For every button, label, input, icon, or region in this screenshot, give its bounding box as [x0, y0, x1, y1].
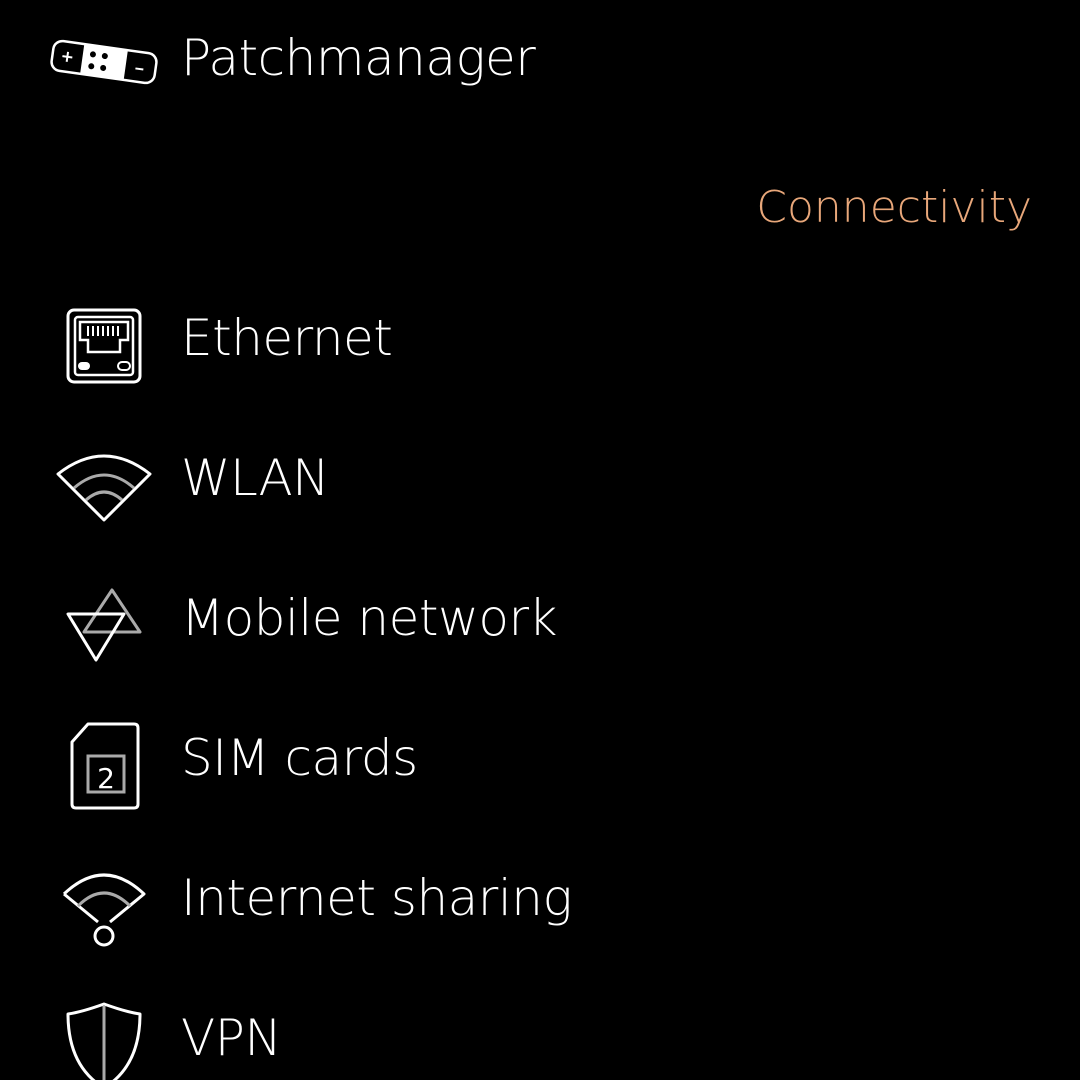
sim-cards-label: SIM cards	[181, 729, 418, 787]
ethernet-label: Ethernet	[181, 309, 393, 367]
menu-item-ethernet[interactable]: Ethernet	[0, 280, 1080, 400]
menu-item-sim-cards[interactable]: 2 SIM cards	[0, 700, 1080, 820]
internet-sharing-label: Internet sharing	[181, 869, 572, 927]
menu-item-wlan[interactable]: WLAN	[0, 420, 1080, 540]
section-header-connectivity: Connectivity	[756, 182, 1032, 233]
menu-item-internet-sharing[interactable]: Internet sharing	[0, 840, 1080, 960]
menu-item-mobile-network[interactable]: Mobile network	[0, 560, 1080, 680]
mobile-network-icon	[44, 570, 164, 670]
menu-item-patchmanager[interactable]: Patchmanager	[0, 0, 1080, 120]
ethernet-port-icon	[44, 290, 164, 390]
wlan-label: WLAN	[181, 449, 330, 507]
sim-card-icon: 2	[44, 710, 164, 810]
sim-number-badge: 2	[97, 762, 115, 795]
menu-item-vpn[interactable]: VPN	[0, 980, 1080, 1080]
patchmanager-label: Patchmanager	[181, 29, 536, 87]
vpn-shield-icon	[44, 990, 164, 1080]
mobile-network-label: Mobile network	[181, 589, 557, 647]
wifi-icon	[44, 430, 164, 530]
internet-sharing-icon	[44, 850, 164, 950]
vpn-label: VPN	[181, 1009, 282, 1067]
patch-bandage-icon	[44, 10, 164, 110]
